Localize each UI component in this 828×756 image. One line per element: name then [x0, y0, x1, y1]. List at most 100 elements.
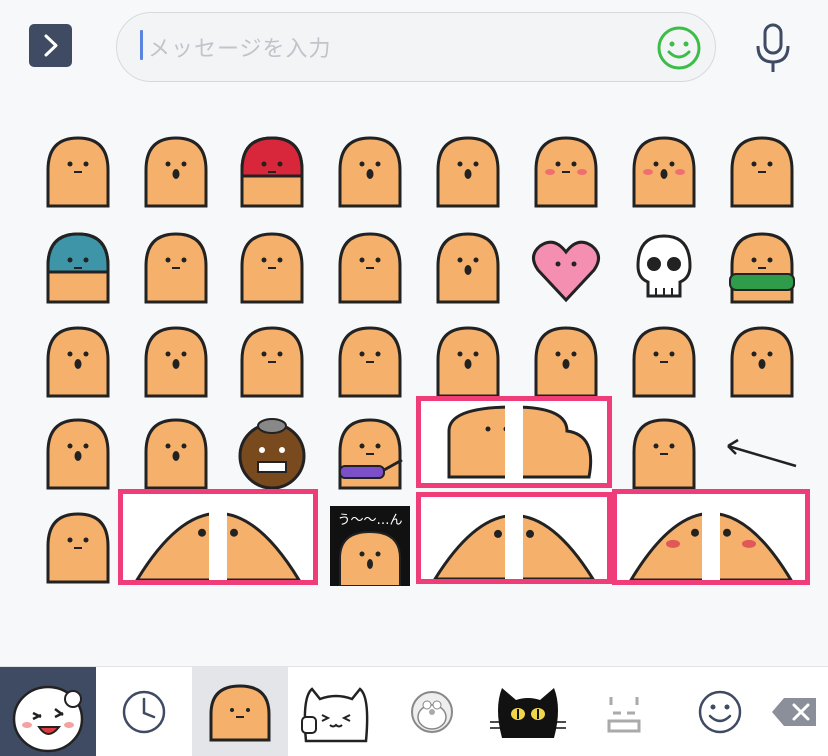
sticker-image: [534, 326, 598, 398]
smiley-icon: [657, 26, 701, 70]
sticker-image: [436, 232, 500, 304]
sticker-image: [338, 232, 402, 304]
sticker-potato[interactable]: [38, 130, 118, 210]
sticker-potato[interactable]: [330, 412, 410, 492]
delete-button[interactable]: [760, 667, 828, 756]
backspace-icon: [772, 698, 816, 726]
smiley-tab-icon: [698, 690, 742, 734]
sticker-potato[interactable]: [136, 130, 216, 210]
sticker-image: [729, 232, 795, 304]
sticker-image: [46, 512, 110, 584]
sticker-potato[interactable]: [232, 130, 312, 210]
sticker-potato[interactable]: [722, 320, 802, 400]
sticker-tab-bar: [0, 666, 828, 756]
sticker-image: [46, 326, 110, 398]
sticker-potato[interactable]: [526, 130, 606, 210]
selected-wide-sticker[interactable]: [118, 489, 318, 585]
sticker-potato[interactable]: [624, 412, 704, 492]
message-placeholder: メッセージを入力: [148, 37, 332, 62]
sticker-potato[interactable]: [330, 320, 410, 400]
sticker-potato[interactable]: [624, 320, 704, 400]
sticker-image: [144, 136, 208, 208]
sticker-brown[interactable]: [232, 412, 312, 492]
text-caret: [140, 30, 143, 60]
sticker-image: [632, 136, 696, 208]
sticker-image: [338, 136, 402, 208]
sticker-potato[interactable]: [722, 130, 802, 210]
keyboard-screen: メッセージを入力 う〜〜…ん: [0, 0, 828, 756]
selected-wide-sticker[interactable]: [612, 489, 810, 585]
sticker-image: [46, 136, 110, 208]
emoji-button[interactable]: [656, 25, 702, 71]
sticker-potato[interactable]: [38, 226, 118, 306]
sticker-image: [240, 136, 304, 208]
sticker-potato[interactable]: [232, 226, 312, 306]
sticker-image: [46, 232, 110, 304]
text-face-icon: [607, 697, 641, 733]
selected-wide-sticker[interactable]: [416, 492, 612, 584]
sticker-image: [144, 418, 208, 490]
sticker-text[interactable]: う〜〜…ん: [330, 506, 410, 587]
clock-icon: [122, 690, 166, 734]
white-cat-icon: [301, 687, 369, 743]
chevron-right-icon: [44, 34, 58, 57]
tab-potato-pack[interactable]: [192, 667, 288, 756]
sticker-image: う〜〜…ん: [330, 506, 410, 587]
sticker-split: [505, 497, 523, 579]
microphone-button[interactable]: [750, 22, 796, 74]
sticker-split: [702, 494, 720, 580]
sticker-image: [240, 326, 304, 398]
sticker-image: [144, 326, 208, 398]
tab-text-face-pack[interactable]: [576, 667, 672, 756]
sticker-split: [209, 494, 227, 580]
sticker-image: [636, 234, 692, 298]
sticker-potato[interactable]: [428, 130, 508, 210]
sticker-potato[interactable]: [428, 320, 508, 400]
sticker-image: [727, 438, 797, 468]
sticker-image: [338, 326, 402, 398]
tab-avatar[interactable]: [0, 667, 96, 756]
sticker-potato[interactable]: [136, 226, 216, 306]
sticker-image: [46, 418, 110, 490]
sticker-potato[interactable]: [38, 320, 118, 400]
sticker-heart[interactable]: [526, 226, 606, 306]
sticker-potato[interactable]: [232, 320, 312, 400]
sticker-image: [730, 326, 794, 398]
sticker-image: [436, 136, 500, 208]
sticker-image: [238, 418, 306, 490]
sticker-potato[interactable]: [526, 320, 606, 400]
sticker-arrow[interactable]: [722, 412, 802, 492]
tab-emoji[interactable]: [672, 667, 768, 756]
sticker-image: [436, 326, 500, 398]
sticker-skull[interactable]: [624, 226, 704, 306]
sticker-potato[interactable]: [136, 412, 216, 492]
tab-robot-pack[interactable]: [384, 667, 480, 756]
sticker-potato[interactable]: [428, 226, 508, 306]
sticker-potato[interactable]: [624, 130, 704, 210]
tab-black-cat-pack[interactable]: [480, 667, 576, 756]
avatar-icon: [12, 685, 84, 753]
sticker-image: [632, 418, 696, 490]
sticker-image: [144, 232, 208, 304]
selected-wide-sticker[interactable]: [416, 396, 612, 488]
sticker-image: [730, 136, 794, 208]
sticker-potato[interactable]: [330, 226, 410, 306]
sticker-image: [532, 240, 600, 303]
sticker-split: [505, 401, 523, 483]
sticker-image: [534, 136, 598, 208]
sticker-potato[interactable]: [38, 506, 118, 586]
sticker-image: [338, 418, 403, 490]
robot-cat-icon: [411, 691, 453, 733]
tab-cat-pack[interactable]: [288, 667, 384, 756]
sticker-potato[interactable]: [330, 130, 410, 210]
sticker-image: [632, 326, 696, 398]
sticker-image: [240, 232, 304, 304]
sticker-potato[interactable]: [136, 320, 216, 400]
svg-text:う〜〜…ん: う〜〜…ん: [337, 513, 402, 528]
tab-history[interactable]: [96, 667, 192, 756]
sticker-potato[interactable]: [38, 412, 118, 492]
black-cat-icon: [490, 688, 566, 738]
expand-button[interactable]: [29, 24, 72, 67]
potato-sticker-icon: [209, 684, 271, 742]
sticker-potato[interactable]: [722, 226, 802, 306]
